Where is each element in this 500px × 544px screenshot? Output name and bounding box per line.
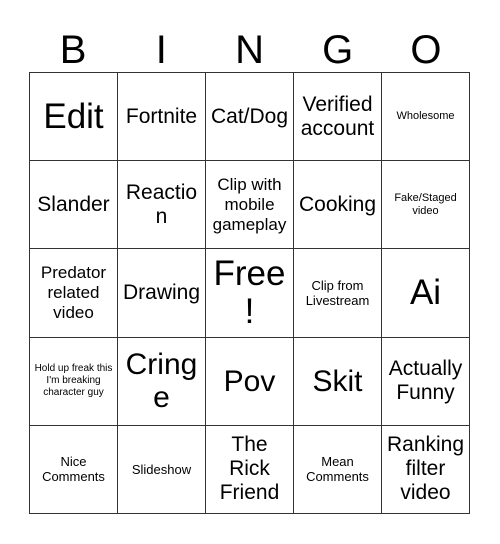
bingo-cell-label: Cooking <box>298 192 377 216</box>
bingo-cell-label: Slideshow <box>131 461 192 477</box>
bingo-cell[interactable]: Drawing <box>118 249 206 338</box>
bingo-header-letter-2: N <box>235 28 264 72</box>
bingo-cell[interactable]: Pov <box>206 337 294 426</box>
bingo-cell[interactable]: Ranking filter video <box>382 425 470 514</box>
bingo-cell-label: Nice Comments <box>42 454 105 485</box>
bingo-cell[interactable]: Fortnite <box>118 73 206 162</box>
bingo-cell-label: Ai <box>409 272 442 312</box>
bingo-cell[interactable]: Slander <box>30 161 118 250</box>
bingo-cell-label: Drawing <box>122 280 201 304</box>
bingo-cell[interactable]: Hold up freak this I'm breaking characte… <box>30 337 118 426</box>
bingo-cell-label: Actually Funny <box>388 357 463 405</box>
bingo-grid: Edit Fortnite Cat/Dog Verified account Whole… <box>29 72 470 514</box>
bingo-cell[interactable]: The Rick Friend <box>206 425 294 514</box>
bingo-cell-label: Slander <box>37 192 110 216</box>
bingo-cell[interactable]: Cringe <box>118 337 206 426</box>
bingo-cell-label: Clip from Livestream <box>305 277 370 308</box>
bingo-cell-label: Cat/Dog <box>210 104 289 128</box>
bingo-cell[interactable]: Fake/Staged video <box>382 161 470 250</box>
bingo-cell-label: Clip with mobile gameplay <box>212 174 287 234</box>
bingo-cell-label: Free! <box>213 253 286 331</box>
bingo-free-space[interactable]: Free! <box>206 249 294 338</box>
bingo-cell-label: Hold up freak this I'm breaking characte… <box>34 363 113 399</box>
bingo-cell-label: Reaction <box>125 180 198 228</box>
bingo-cell-label: The Rick Friend <box>219 433 280 505</box>
bingo-cell-label: Predator related video <box>40 262 107 322</box>
bingo-header-letter-4: O <box>410 28 442 72</box>
bingo-header: BINGO <box>29 20 470 72</box>
bingo-cell[interactable]: Predator related video <box>30 249 118 338</box>
bingo-cell[interactable]: Edit <box>30 73 118 162</box>
bingo-cell-label: Mean Comments <box>306 454 369 485</box>
bingo-cell[interactable]: Mean Comments <box>294 425 382 514</box>
bingo-cell[interactable]: Cat/Dog <box>206 73 294 162</box>
bingo-cell-label: Ranking filter video <box>386 433 465 505</box>
bingo-cell-label: Verified account <box>300 92 375 140</box>
bingo-cell[interactable]: Wholesome <box>382 73 470 162</box>
bingo-cell[interactable]: Actually Funny <box>382 337 470 426</box>
bingo-cell-label: Wholesome <box>396 110 455 123</box>
bingo-cell-label: Fake/Staged video <box>394 191 457 217</box>
bingo-cell-label: Pov <box>223 364 276 398</box>
bingo-cell[interactable]: Clip with mobile gameplay <box>206 161 294 250</box>
bingo-cell[interactable]: Cooking <box>294 161 382 250</box>
bingo-header-letter-1: I <box>155 28 167 72</box>
bingo-cell[interactable]: Clip from Livestream <box>294 249 382 338</box>
bingo-cell[interactable]: Skit <box>294 337 382 426</box>
bingo-cell[interactable]: Reaction <box>118 161 206 250</box>
bingo-cell[interactable]: Verified account <box>294 73 382 162</box>
bingo-cell-label: Edit <box>43 96 104 136</box>
bingo-cell-label: Cringe <box>125 348 198 415</box>
bingo-card: B I N G O Edit Fortnite Cat/Dog Verified accoun… <box>0 0 500 544</box>
bingo-cell-label: Skit <box>312 364 363 398</box>
bingo-cell[interactable]: Nice Comments <box>30 425 118 514</box>
bingo-header-letter-3: G <box>322 28 354 72</box>
bingo-cell-label: Fortnite <box>125 104 198 128</box>
bingo-cell[interactable]: Ai <box>382 249 470 338</box>
bingo-cell[interactable]: Slideshow <box>118 425 206 514</box>
bingo-header-letter-0: B <box>59 28 87 72</box>
